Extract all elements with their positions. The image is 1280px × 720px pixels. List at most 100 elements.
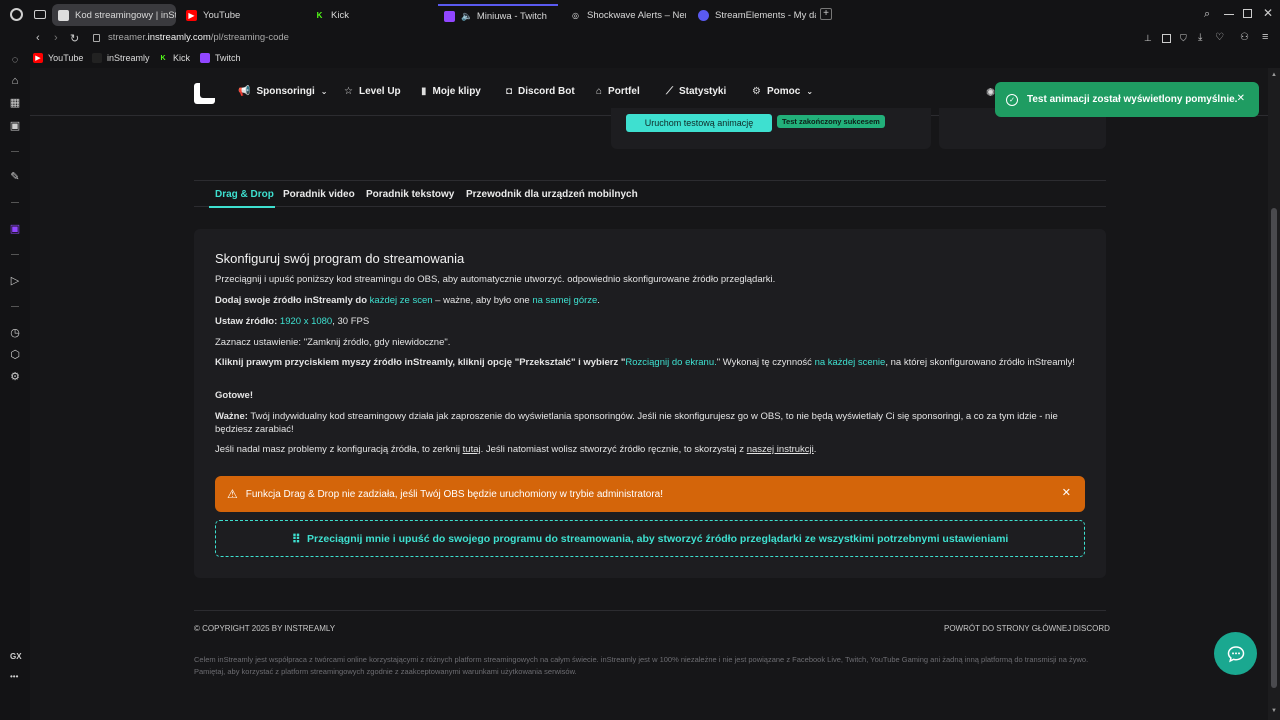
kick-icon: K — [160, 54, 166, 62]
tab-poradnik-video[interactable]: Poradnik video — [283, 189, 355, 200]
nav-discord-bot[interactable]: ◘ Discord Bot — [506, 86, 575, 97]
close-icon[interactable]: ✕ — [1062, 486, 1071, 499]
tab-poradnik-tekstowy[interactable]: Poradnik tekstowy — [366, 189, 454, 200]
sidebar-divider — [11, 306, 19, 307]
tab-drag-drop[interactable]: Drag & Drop — [215, 189, 274, 200]
active-tab-indicator — [209, 206, 275, 208]
guide-important: Ważne: Twój indywidualny kod streamingow… — [215, 411, 1058, 435]
extensions-icon[interactable]: ⬡ — [9, 349, 21, 361]
page-scrollbar[interactable]: ▲ ▼ — [1268, 68, 1280, 720]
guide-step-5: Kliknij prawym przyciskiem myszy źródło … — [215, 357, 1075, 368]
scroll-thumb[interactable] — [1271, 208, 1277, 688]
tab-shockwave[interactable]: ◎ Shockwave Alerts – Nerd — [564, 4, 686, 26]
scroll-down-icon[interactable]: ▼ — [1271, 708, 1277, 714]
link-naszej-instrukcji[interactable]: naszej instrukcji — [747, 444, 814, 455]
tab-kick[interactable]: K Kick — [308, 4, 428, 26]
nav-sponsoringi[interactable]: 📢 Sponsoringi ⌄ — [238, 86, 328, 97]
close-window-icon[interactable]: ✕ — [1263, 6, 1273, 20]
page-content: 📢 Sponsoringi ⌄ ☆ Level Up ▮ Moje klipy … — [30, 68, 1268, 720]
heart-icon[interactable]: ♡ — [1215, 32, 1224, 43]
nav-statystyki[interactable]: ⟋ Statystyki — [666, 86, 726, 97]
close-toast-icon[interactable]: ✕ — [1237, 93, 1245, 104]
download-icon[interactable]: ⤓ — [1198, 32, 1202, 43]
help-icon: ⚙ — [752, 86, 761, 97]
pin-icon[interactable]: ⊥ — [1144, 33, 1152, 44]
account-icon[interactable]: ⚇ — [1240, 32, 1249, 43]
scroll-up-icon[interactable]: ▲ — [1271, 72, 1277, 78]
guide-step-4: Zaznacz ustawienie: "Zamknij źródło, gdy… — [215, 337, 451, 348]
menu-icon[interactable]: ≡ — [1262, 31, 1268, 43]
chat-support-button[interactable] — [1214, 632, 1257, 675]
tab-przewodnik-mobilny[interactable]: Przewodnik dla urządzeń mobilnych — [466, 189, 638, 200]
wallet-icon: ⌂ — [596, 86, 603, 97]
guide-help: Jeśli nadal masz problemy z konfiguracją… — [215, 444, 817, 455]
workspaces-icon[interactable] — [34, 10, 46, 19]
tab-youtube[interactable]: ▶ YouTube — [180, 4, 300, 26]
link-na-samej-gorze: na samej górze — [532, 295, 598, 306]
footer-discord-link[interactable]: DISCORD — [1073, 624, 1110, 633]
run-test-animation-button[interactable]: Uruchom testową animację — [626, 114, 772, 132]
player-icon[interactable]: ▷ — [9, 275, 21, 287]
guide-title: Skonfiguruj swój program do streamowania — [215, 251, 465, 266]
footer-divider — [194, 610, 1106, 611]
guide-step-1: Przeciągnij i upuść poniższy kod streami… — [215, 274, 776, 285]
twitch-icon — [200, 53, 210, 63]
tab-twitch[interactable]: 🔈 Miniuwa - Twitch — [438, 4, 558, 26]
instreamly-logo[interactable] — [194, 83, 215, 104]
history-icon[interactable]: ◷ — [9, 327, 21, 339]
footer-home-link[interactable]: POWRÓT DO STRONY GŁÓWNEJ — [944, 624, 1071, 633]
chat-bubble-icon — [1227, 645, 1244, 662]
settings-icon[interactable]: ⚙ — [9, 371, 21, 383]
bag-icon[interactable]: ⌂ — [9, 75, 21, 87]
bookmark-twitch[interactable]: Twitch — [200, 53, 241, 63]
reload-icon[interactable]: ↻ — [70, 32, 79, 45]
twitch-favicon-icon — [444, 10, 455, 22]
drag-drop-source[interactable]: ⠿ Przeciągnij mnie i upuść do swojego pr… — [215, 520, 1085, 557]
stretch-to-screen-label: Rozciągnij do ekranu. — [625, 357, 717, 368]
new-tab-icon[interactable]: + — [820, 8, 832, 20]
shield-icon[interactable]: ⛉ — [1180, 33, 1187, 44]
nav-moje-klipy[interactable]: ▮ Moje klipy — [421, 86, 481, 97]
guide-step-2: Dodaj swoje źródło inStreamly do każdej … — [215, 295, 600, 306]
back-icon[interactable]: ‹ — [36, 32, 40, 44]
star-icon: ☆ — [344, 86, 353, 97]
minimize-icon[interactable] — [1224, 14, 1234, 15]
success-toast: ✓ Test animacji został wyświetlony pomyś… — [995, 82, 1259, 117]
pen-icon[interactable]: ✎ — [9, 171, 21, 183]
speaker-icon[interactable]: 🔈 — [461, 11, 473, 22]
toast-message: Test animacji został wyświetlony pomyśln… — [1027, 94, 1238, 105]
nav-level-up[interactable]: ☆ Level Up — [344, 86, 401, 97]
maximize-icon[interactable] — [1243, 9, 1252, 18]
instreamly-icon — [92, 53, 102, 63]
warning-icon: ⚠ — [227, 487, 238, 501]
browser-tab-bar: Kod streamingowy | inStre ▶ YouTube K Ki… — [0, 0, 1280, 30]
url-field[interactable]: streamer.instreamly.com/pl/streaming-cod… — [108, 32, 289, 43]
gx-label[interactable]: GX — [10, 652, 22, 661]
film-icon: ▮ — [421, 86, 427, 97]
search-tabs-icon[interactable]: ⌕ — [1204, 8, 1210, 21]
forward-icon[interactable]: › — [54, 32, 58, 44]
twitch-app-icon[interactable]: ▣ — [9, 223, 21, 235]
aria-icon[interactable]: ◌ — [9, 54, 21, 66]
nav-portfel[interactable]: ⌂ Portfel — [596, 86, 640, 97]
bookmark-instreamly[interactable]: inStreamly — [92, 53, 150, 63]
twitch-sidebar-icon[interactable]: ▦ — [9, 97, 21, 109]
guide-done: Gotowe! — [215, 390, 253, 401]
snapshot-icon[interactable] — [1162, 34, 1171, 43]
bookmarks-bar: ▶ YouTube inStreamly K Kick Twitch — [0, 50, 1280, 68]
link-tutaj[interactable]: tutaj — [463, 444, 481, 455]
theme-toggle-icon[interactable]: ✺ — [986, 86, 995, 99]
logo-mark-icon — [200, 83, 215, 98]
opera-logo-icon[interactable] — [10, 8, 23, 21]
sidebar-divider — [11, 254, 19, 255]
tab-instreamly[interactable]: Kod streamingowy | inStre — [52, 4, 176, 26]
cleaner-icon[interactable]: ▣ — [9, 120, 21, 132]
tab-streamelements[interactable]: StreamElements - My das — [692, 4, 816, 26]
bookmark-youtube[interactable]: ▶ YouTube — [33, 53, 83, 63]
resolution-value: 1920 x 1080 — [279, 316, 333, 327]
streamelements-favicon-icon — [698, 9, 709, 21]
bookmark-kick[interactable]: K Kick — [158, 53, 190, 63]
nav-pomoc[interactable]: ⚙ Pomoc ⌄ — [752, 86, 813, 97]
more-icon[interactable]: ••• — [10, 672, 18, 681]
lock-icon — [93, 34, 100, 42]
